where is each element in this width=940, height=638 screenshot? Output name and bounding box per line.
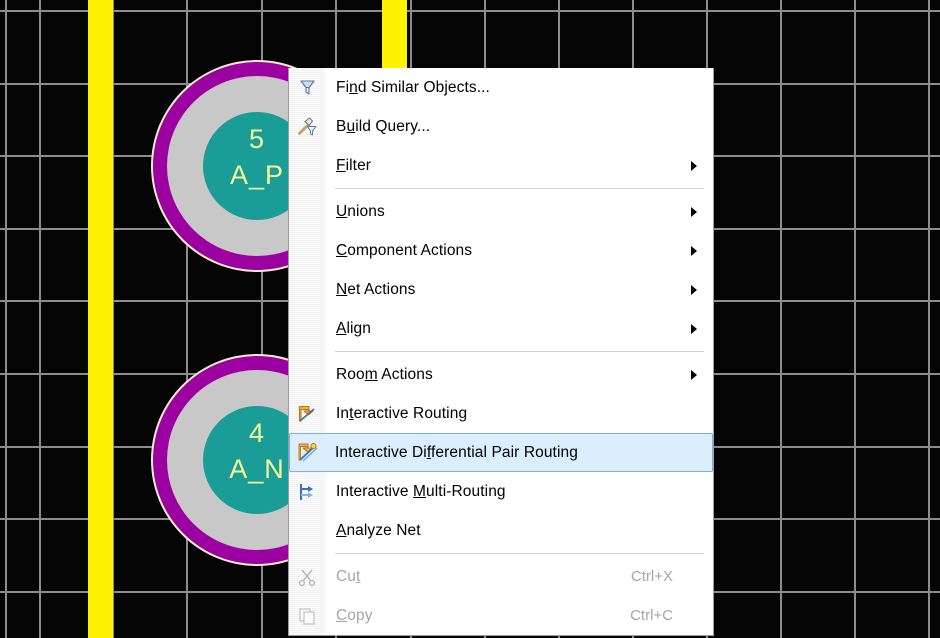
menu-item-component-actions[interactable]: Component Actions: [289, 231, 713, 270]
menu-item-align[interactable]: Align: [289, 309, 713, 348]
menu-item-room-actions[interactable]: Room Actions: [289, 355, 713, 394]
menu-item-copy[interactable]: Copy Ctrl+C: [289, 596, 713, 635]
menu-item-label: Room Actions: [336, 365, 433, 383]
menu-item-label: Filter: [336, 156, 372, 174]
multi-routing-icon: [289, 472, 325, 511]
menu-item-label: Cut: [336, 567, 361, 585]
scissors-icon: [289, 557, 325, 596]
copy-icon: [289, 596, 325, 635]
trace-top-vertical: [382, 0, 407, 68]
submenu-arrow-icon: [691, 206, 697, 217]
interactive-routing-icon: [289, 394, 325, 433]
menu-item-label: Interactive Routing: [336, 404, 468, 422]
menu-item-label: Interactive Multi-Routing: [336, 482, 506, 500]
grid-line-horizontal: [0, 10, 940, 12]
submenu-arrow-icon: [691, 369, 697, 380]
menu-item-cut[interactable]: Cut Ctrl+X: [289, 557, 713, 596]
menu-item-shortcut: Ctrl+X: [630, 568, 673, 585]
menu-item-no-icon: [289, 309, 325, 348]
menu-item-no-icon: [289, 231, 325, 270]
menu-item-label: Unions: [336, 202, 385, 220]
grid-line-vertical: [780, 0, 782, 638]
menu-item-label: Align: [336, 319, 371, 337]
menu-item-no-icon: [289, 270, 325, 309]
menu-item-net-actions[interactable]: Net Actions: [289, 270, 713, 309]
grid-line-vertical: [5, 0, 7, 638]
menu-item-label: Build Query...: [336, 117, 431, 135]
menu-item-interactive-differential-pair-routing[interactable]: Interactive Differential Pair Routing: [289, 433, 713, 472]
grid-line-vertical: [928, 0, 930, 638]
menu-item-label: Interactive Differential Pair Routing: [335, 443, 578, 461]
grid-line-vertical: [854, 0, 856, 638]
menu-item-interactive-routing[interactable]: Interactive Routing: [289, 394, 713, 433]
filter-funnel-icon: [289, 68, 325, 107]
menu-item-label: Analyze Net: [336, 521, 421, 539]
menu-item-label: Copy: [336, 606, 373, 624]
differential-pair-routing-icon: [290, 433, 324, 472]
submenu-arrow-icon: [691, 245, 697, 256]
menu-item-label: Find Similar Objects...: [336, 78, 490, 96]
screen: 5 A_P 4 A_N Find Similar Objects... Buil…: [0, 0, 940, 638]
menu-item-no-icon: [289, 192, 325, 231]
menu-item-no-icon: [289, 146, 325, 185]
menu-item-filter[interactable]: Filter: [289, 146, 713, 185]
menu-item-label: Net Actions: [336, 280, 416, 298]
menu-item-build-query[interactable]: Build Query...: [289, 107, 713, 146]
context-menu[interactable]: Find Similar Objects... Build Query... F…: [288, 68, 714, 636]
menu-item-find-similar-objects[interactable]: Find Similar Objects...: [289, 68, 713, 107]
trace-left-vertical: [88, 0, 113, 638]
menu-separator: [335, 553, 704, 554]
menu-item-shortcut: Ctrl+C: [630, 607, 673, 624]
submenu-arrow-icon: [691, 160, 697, 171]
submenu-arrow-icon: [691, 323, 697, 334]
menu-item-analyze-net[interactable]: Analyze Net: [289, 511, 713, 550]
menu-separator: [335, 188, 704, 189]
menu-item-unions[interactable]: Unions: [289, 192, 713, 231]
menu-item-interactive-multi-routing[interactable]: Interactive Multi-Routing: [289, 472, 713, 511]
submenu-arrow-icon: [691, 284, 697, 295]
menu-item-list: Find Similar Objects... Build Query... F…: [289, 68, 713, 635]
menu-item-label: Component Actions: [336, 241, 473, 259]
menu-item-no-icon: [289, 355, 325, 394]
menu-item-no-icon: [289, 511, 325, 550]
menu-separator: [335, 351, 704, 352]
build-query-icon: [289, 107, 325, 146]
grid-line-vertical: [39, 0, 41, 638]
